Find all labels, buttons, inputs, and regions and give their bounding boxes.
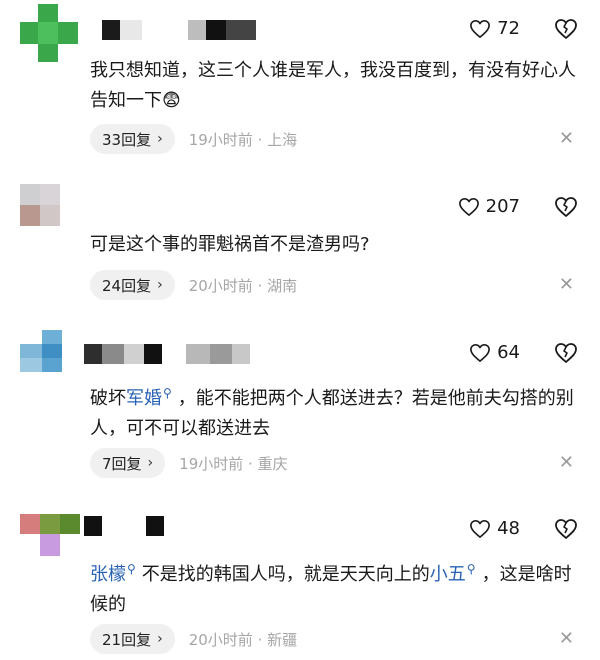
like-count: 72 bbox=[497, 18, 520, 39]
comment-meta: 7回复 › 19小时前 · 重庆 bbox=[90, 448, 288, 478]
chevron-right-icon: › bbox=[157, 131, 163, 147]
comment-body: 破坏 bbox=[90, 388, 126, 409]
replies-button[interactable]: 7回复 › bbox=[90, 448, 166, 478]
replies-label: 24回复 bbox=[102, 276, 152, 295]
comment-text: 我只想知道，这三个人谁是军人，我没百度到，有没有好心人告知一下😨 bbox=[90, 56, 580, 116]
close-icon[interactable]: ✕ bbox=[559, 274, 574, 295]
replies-button[interactable]: 33回复 › bbox=[90, 124, 175, 154]
comment-text: 可是这个事的罪魁祸首不是渣男吗? bbox=[90, 234, 370, 255]
avatar[interactable] bbox=[20, 330, 62, 372]
avatar[interactable] bbox=[20, 4, 78, 62]
heart-outline-icon bbox=[458, 197, 479, 216]
comment-meta: 21回复 › 20小时前 · 新疆 bbox=[90, 624, 297, 654]
replies-label: 7回复 bbox=[102, 454, 142, 473]
close-icon[interactable]: ✕ bbox=[559, 452, 574, 473]
comment-text: 破坏军婚⚲ ，能不能把两个人都送进去？若是他前夫勾搭的别人，可不可以都送进去 bbox=[90, 378, 580, 444]
avatar[interactable] bbox=[20, 514, 82, 556]
comment-body: 不是找的韩国人吗，就是天天向上的 bbox=[141, 564, 430, 585]
close-icon[interactable]: ✕ bbox=[559, 128, 574, 149]
username-mosaic[interactable] bbox=[84, 344, 254, 364]
like-count: 64 bbox=[497, 342, 520, 363]
dislike-button[interactable] bbox=[554, 196, 578, 222]
like-button[interactable]: 207 bbox=[458, 196, 520, 217]
comment-time-location: 20小时前 · 湖南 bbox=[188, 276, 298, 295]
avatar[interactable] bbox=[20, 184, 60, 226]
broken-heart-icon bbox=[555, 519, 577, 539]
search-link-icon: ⚲ bbox=[127, 562, 136, 576]
topic-link[interactable]: 军婚 bbox=[126, 388, 162, 409]
emoji: 😨 bbox=[162, 90, 181, 111]
dislike-button[interactable] bbox=[554, 18, 578, 44]
like-button[interactable]: 64 bbox=[469, 342, 520, 363]
mention-link[interactable]: 小五 bbox=[430, 564, 466, 585]
broken-heart-icon bbox=[555, 343, 577, 363]
search-link-icon: ⚲ bbox=[163, 386, 172, 400]
comment-time-location: 20小时前 · 新疆 bbox=[188, 630, 298, 649]
heart-outline-icon bbox=[470, 19, 491, 38]
comment-time-location: 19小时前 · 上海 bbox=[188, 130, 298, 149]
comment-meta: 24回复 › 20小时前 · 湖南 bbox=[90, 270, 297, 300]
chevron-right-icon: › bbox=[157, 631, 163, 647]
heart-outline-icon bbox=[470, 519, 491, 538]
replies-button[interactable]: 21回复 › bbox=[90, 624, 175, 654]
comment-meta: 33回复 › 19小时前 · 上海 bbox=[90, 124, 297, 154]
like-button[interactable]: 72 bbox=[469, 18, 520, 39]
username-mosaic[interactable] bbox=[84, 516, 174, 536]
replies-button[interactable]: 24回复 › bbox=[90, 270, 175, 300]
username-mosaic[interactable] bbox=[100, 20, 260, 40]
broken-heart-icon bbox=[555, 19, 577, 39]
close-icon[interactable]: ✕ bbox=[559, 628, 574, 649]
broken-heart-icon bbox=[555, 197, 577, 217]
comment-time-location: 19小时前 · 重庆 bbox=[179, 454, 288, 473]
comment-text: 张檬⚲ 不是找的韩国人吗，就是天天向上的小五⚲ ，这是啥时候的 bbox=[90, 554, 580, 620]
heart-outline-icon bbox=[470, 343, 491, 362]
chevron-right-icon: › bbox=[157, 277, 163, 293]
search-link-icon: ⚲ bbox=[466, 562, 476, 576]
dislike-button[interactable] bbox=[554, 342, 578, 368]
like-count: 48 bbox=[497, 518, 520, 539]
like-count: 207 bbox=[485, 196, 520, 217]
dislike-button[interactable] bbox=[554, 518, 578, 544]
replies-label: 33回复 bbox=[102, 130, 152, 149]
like-button[interactable]: 48 bbox=[469, 518, 520, 539]
replies-label: 21回复 bbox=[102, 630, 152, 649]
chevron-right-icon: › bbox=[147, 455, 154, 471]
mention-link[interactable]: 张檬 bbox=[90, 564, 126, 585]
